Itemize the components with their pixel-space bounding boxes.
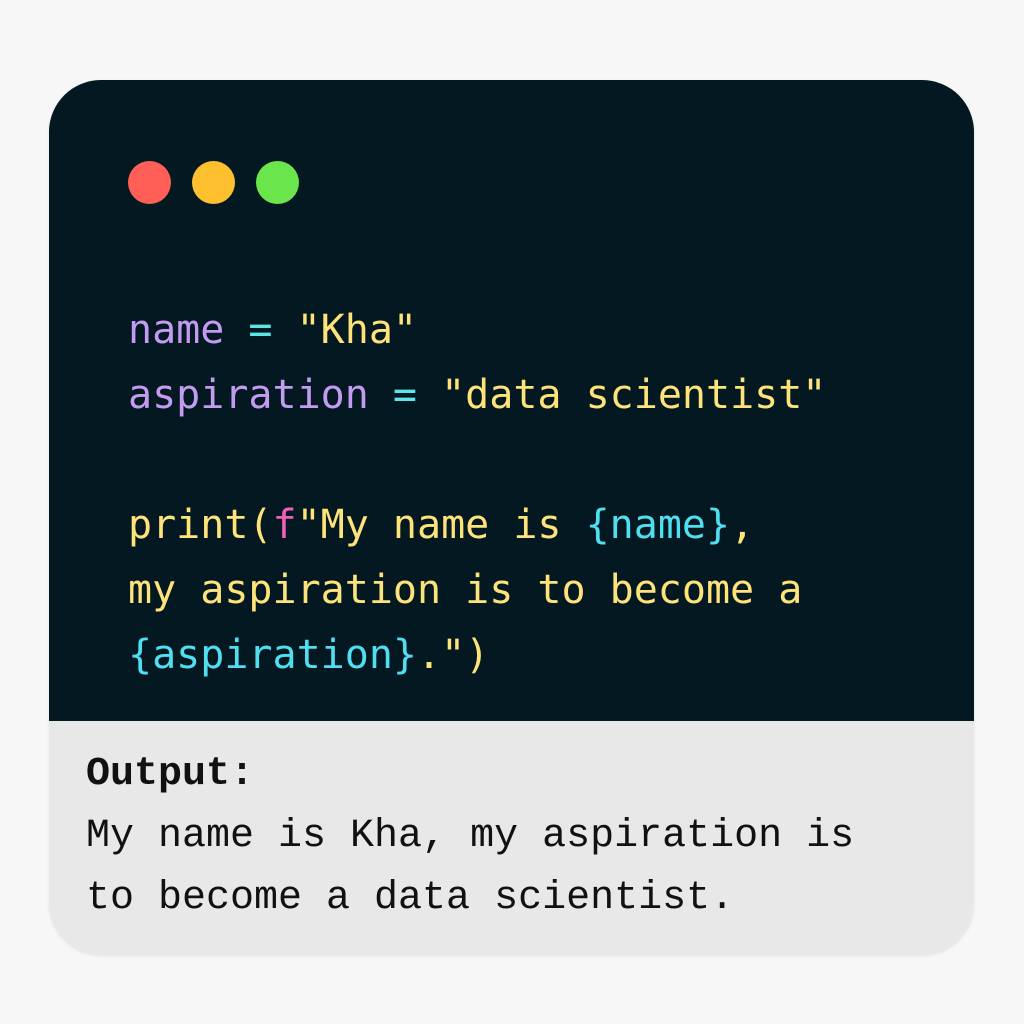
minimize-window-dot-icon[interactable] xyxy=(192,161,235,204)
maximize-window-dot-icon[interactable] xyxy=(256,161,299,204)
code-line: name = "Kha" xyxy=(128,298,826,363)
code-token-string: .") xyxy=(416,632,490,678)
close-window-dot-icon[interactable] xyxy=(128,161,171,204)
output-line: My name is Kha, my aspiration is xyxy=(86,814,855,859)
output-line: to become a data scientist. xyxy=(86,876,735,921)
code-line: {aspiration}.") xyxy=(128,623,826,688)
code-token-string: , xyxy=(730,502,755,548)
code-line: print(f"My name is {name}, xyxy=(128,493,826,558)
code-token-string: "My name is xyxy=(296,502,586,548)
code-token-string: "Kha" xyxy=(296,307,417,353)
code-token-string: my aspiration is to become a xyxy=(128,567,803,613)
code-token-string: print( xyxy=(128,502,273,548)
output-label: Output: xyxy=(86,752,255,797)
code-token-variable: aspiration xyxy=(128,372,369,418)
code-token-operator: = xyxy=(368,372,442,418)
code-token-string: "data scientist" xyxy=(441,372,827,418)
code-token-fstring-prefix: f xyxy=(272,502,297,548)
code-line: my aspiration is to become a xyxy=(128,558,826,623)
code-card: name = "Kha" aspiration = "data scientist… xyxy=(49,80,974,955)
code-block: name = "Kha" aspiration = "data scientist… xyxy=(128,298,826,688)
code-token-variable: name xyxy=(128,307,225,353)
code-token-interpolation: {name} xyxy=(585,502,731,548)
output-panel: Output: My name is Kha, my aspiration is… xyxy=(86,744,854,930)
code-editor: name = "Kha" aspiration = "data scientist… xyxy=(49,80,974,721)
code-token-operator: = xyxy=(224,307,297,353)
code-line: aspiration = "data scientist" xyxy=(128,363,826,428)
code-token-interpolation: {aspiration} xyxy=(128,632,417,678)
